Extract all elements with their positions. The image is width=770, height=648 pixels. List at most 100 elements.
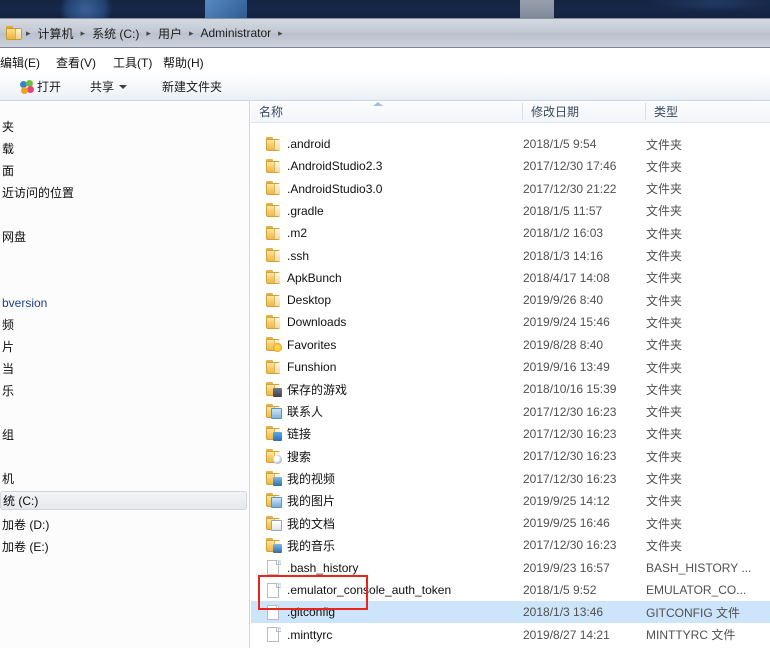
sidebar-item-volume-d[interactable]: 加卷 (D:) xyxy=(0,515,49,534)
file-type-cell: GITCONFIG 文件 xyxy=(646,605,740,620)
file-type-cell: 文件夹 xyxy=(646,360,683,375)
sidebar-item-label: 加卷 (D:) xyxy=(2,518,50,532)
sidebar-item-label: 频 xyxy=(2,318,15,332)
sidebar-item-label: 近访问的位置 xyxy=(2,186,75,200)
table-row[interactable]: 链接 2017/12/30 16:23 文件夹 xyxy=(251,423,770,445)
table-row[interactable]: Favorites 2019/8/28 8:40 文件夹 xyxy=(251,334,770,356)
sidebar-item-7[interactable]: 片 xyxy=(0,337,14,356)
table-row[interactable]: ApkBunch 2018/4/17 14:08 文件夹 xyxy=(251,267,770,289)
file-date-cell: 2017/12/30 16:23 xyxy=(523,538,617,553)
file-name-label: .gitconfig xyxy=(287,605,336,620)
file-type-cell: MINTTYRC 文件 xyxy=(646,628,736,643)
share-button[interactable]: 共享 xyxy=(84,77,133,96)
table-row[interactable]: .android 2018/1/5 9:54 文件夹 xyxy=(251,133,770,155)
breadcrumb-separator: ▸ xyxy=(188,27,194,38)
menu-bar: 编辑(E) 查看(V) 工具(T) 帮助(H) xyxy=(0,48,770,72)
file-list-pane[interactable]: 名称 修改日期 类型 .android 2018/1/5 9:54 文件夹 .Andr… xyxy=(251,101,770,648)
file-date-cell: 2019/9/25 16:46 xyxy=(523,516,610,531)
navigation-pane[interactable]: 夹 载 面 近访问的位置 网盘 bversion 频 片 当 乐 组 机 统 (… xyxy=(0,101,250,648)
file-name-cell: .AndroidStudio2.3 xyxy=(251,155,382,177)
table-row[interactable]: .m2 2018/1/2 16:03 文件夹 xyxy=(251,222,770,244)
folder-contacts-icon-overlay xyxy=(271,408,282,420)
column-header-date-modified[interactable]: 修改日期 xyxy=(523,101,645,122)
breadcrumb-item-system-c[interactable]: 系统 (C:) xyxy=(87,23,144,44)
file-name-cell: .bash_history xyxy=(251,557,358,579)
file-name-cell: .android xyxy=(251,133,330,155)
menu-item-edit[interactable]: 编辑(E) xyxy=(0,52,46,73)
column-header-type[interactable]: 类型 xyxy=(646,101,770,122)
folder-icon xyxy=(6,26,22,40)
sidebar-item-0[interactable]: 夹 xyxy=(0,117,14,136)
file-name-label: Desktop xyxy=(287,293,332,308)
file-name-label: .AndroidStudio2.3 xyxy=(287,159,383,174)
table-row[interactable]: .gitconfig 2018/1/3 13:46 GITCONFIG 文件 xyxy=(251,601,770,624)
table-row[interactable]: 联系人 2017/12/30 16:23 文件夹 xyxy=(251,401,770,423)
folder-icon xyxy=(265,158,281,174)
file-name-cell: Downloads xyxy=(251,311,346,333)
menu-item-view[interactable]: 查看(V) xyxy=(50,52,102,73)
file-name-label: ApkBunch xyxy=(287,270,342,285)
table-row[interactable]: .AndroidStudio2.3 2017/12/30 17:46 文件夹 xyxy=(251,155,770,177)
table-row[interactable]: .ssh 2018/1/3 14:16 文件夹 xyxy=(251,245,770,267)
breadcrumb-item-administrator[interactable]: Administrator xyxy=(195,24,276,42)
sidebar-item-label: 机 xyxy=(2,472,15,486)
file-date-cell: 2017/12/30 16:23 xyxy=(523,404,617,419)
breadcrumb-item-computer[interactable]: 计算机 xyxy=(33,23,79,44)
table-row[interactable]: Desktop 2019/9/26 8:40 文件夹 xyxy=(251,289,770,311)
table-row[interactable]: 搜索 2017/12/30 16:23 文件夹 xyxy=(251,445,770,467)
breadcrumb-item-users[interactable]: 用户 xyxy=(153,23,187,44)
sidebar-item-label: 组 xyxy=(2,428,15,442)
sidebar-item-1[interactable]: 载 xyxy=(0,139,14,158)
file-icon xyxy=(265,560,281,576)
sidebar-item-label: 乐 xyxy=(2,384,15,398)
file-type-cell: 文件夹 xyxy=(646,293,683,308)
folder-icon xyxy=(265,270,281,285)
file-name-cell: 我的视频 xyxy=(251,468,335,490)
sidebar-item-10[interactable]: 组 xyxy=(0,425,14,444)
sidebar-item-4[interactable]: 网盘 xyxy=(0,227,26,246)
sidebar-item-2[interactable]: 面 xyxy=(0,161,14,180)
table-row[interactable]: Funshion 2019/9/16 13:49 文件夹 xyxy=(251,356,770,378)
table-row[interactable]: .gradle 2018/1/5 11:57 文件夹 xyxy=(251,200,770,222)
sidebar-item-label: 网盘 xyxy=(2,230,27,244)
table-row[interactable]: 我的文档 2019/9/25 16:46 文件夹 xyxy=(251,512,770,534)
address-bar[interactable]: ▸ 计算机 ▸ 系统 (C:) ▸ 用户 ▸ Administrator ▸ xyxy=(0,18,770,48)
sidebar-item-9[interactable]: 乐 xyxy=(0,381,14,400)
sidebar-item-11[interactable]: 机 xyxy=(0,469,14,488)
folder-icon xyxy=(265,203,281,218)
sidebar-item-volume-e[interactable]: 加卷 (E:) xyxy=(0,537,49,556)
sidebar-item-3[interactable]: 近访问的位置 xyxy=(0,183,74,202)
folder-icon xyxy=(265,359,281,375)
table-row[interactable]: .AndroidStudio3.0 2017/12/30 21:22 文件夹 xyxy=(251,178,770,200)
menu-item-tools[interactable]: 工具(T) xyxy=(107,52,158,73)
sidebar-item-5[interactable]: bversion xyxy=(0,293,47,312)
sidebar-item-label: 载 xyxy=(2,142,15,156)
table-row[interactable]: 我的图片 2019/9/25 14:12 文件夹 xyxy=(251,490,770,512)
table-row[interactable]: .bash_history 2019/9/23 16:57 BASH_HISTORY… xyxy=(251,557,770,579)
breadcrumb-separator: ▸ xyxy=(146,27,151,38)
file-name-label: 保存的游戏 xyxy=(287,382,348,397)
new-folder-button[interactable]: 新建文件夹 xyxy=(156,77,228,96)
open-button[interactable]: 打开 xyxy=(14,77,67,96)
file-type-cell: 文件夹 xyxy=(646,271,683,286)
folder-searches-icon-overlay xyxy=(273,454,282,464)
file-name-cell: Funshion xyxy=(251,356,336,378)
file-list[interactable]: .android 2018/1/5 9:54 文件夹 .AndroidStudio2.… xyxy=(251,123,770,648)
table-row[interactable]: 我的音乐 2017/12/30 16:23 文件夹 xyxy=(251,534,770,556)
table-row[interactable]: .emulator_console_auth_token 2018/1/5 9:5… xyxy=(251,579,770,601)
file-name-label: .bash_history xyxy=(287,560,359,575)
table-row[interactable]: 保存的游戏 2018/10/16 15:39 文件夹 xyxy=(251,378,770,400)
sidebar-item-system-c[interactable]: 统 (C:) xyxy=(0,491,247,510)
open-button-label: 打开 xyxy=(37,80,62,94)
table-row[interactable]: .minttyrc 2019/8/27 14:21 MINTTYRC 文件 xyxy=(251,624,770,646)
table-row[interactable]: Downloads 2019/9/24 15:46 文件夹 xyxy=(251,311,770,333)
file-date-cell: 2018/1/3 13:46 xyxy=(523,605,604,620)
sidebar-item-label: 当 xyxy=(2,362,15,376)
column-header-name[interactable]: 名称 xyxy=(251,101,522,122)
file-name-cell: ApkBunch xyxy=(251,267,342,289)
breadcrumb-separator[interactable]: ▸ xyxy=(276,28,285,39)
table-row[interactable]: 我的视频 2017/12/30 16:23 文件夹 xyxy=(251,468,770,490)
menu-item-help[interactable]: 帮助(H) xyxy=(157,52,210,73)
sidebar-item-8[interactable]: 当 xyxy=(0,359,14,378)
sidebar-item-6[interactable]: 频 xyxy=(0,315,14,334)
